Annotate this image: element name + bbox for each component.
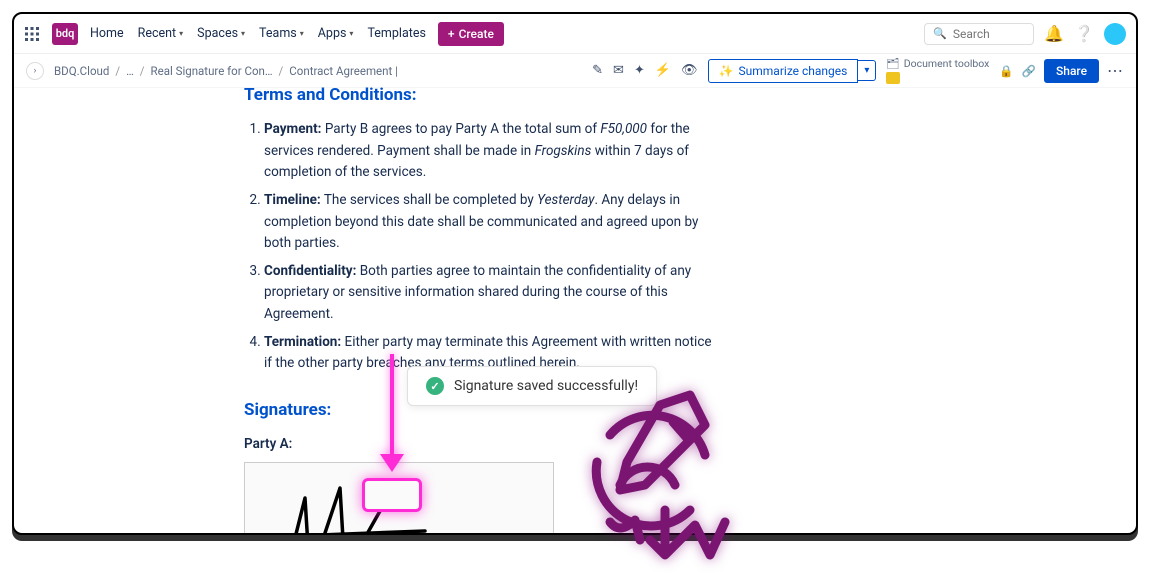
summarize-dropdown[interactable]: ▾: [858, 60, 876, 81]
search-input-wrapper[interactable]: 🔍: [924, 23, 1034, 45]
share-button[interactable]: Share: [1044, 59, 1099, 83]
nav-spaces[interactable]: Spaces▾: [197, 26, 245, 41]
terms-list: Payment: Party B agrees to pay Party A t…: [244, 119, 714, 375]
nav-templates[interactable]: Templates: [367, 26, 425, 41]
signature-canvas[interactable]: [244, 462, 554, 536]
chevron-down-icon: ▾: [179, 29, 183, 38]
term-text: The services shall be completed by: [324, 192, 537, 208]
nav-teams[interactable]: Teams▾: [259, 26, 304, 41]
term-em: Frogskins: [535, 143, 592, 159]
summarize-label: Summarize changes: [739, 64, 848, 78]
automation-icon[interactable]: ⚡: [655, 63, 671, 78]
crumb-sep: /: [140, 64, 145, 78]
check-icon: ✓: [426, 377, 444, 395]
create-label: Create: [459, 27, 494, 41]
edit-icon[interactable]: ✎: [592, 63, 603, 78]
avatar[interactable]: [1104, 23, 1126, 45]
list-item: Timeline: The services shall be complete…: [264, 190, 714, 255]
more-icon[interactable]: ⋯: [1107, 61, 1124, 80]
crumb-sep: /: [279, 64, 284, 78]
signatures-heading: Signatures:: [244, 397, 1096, 424]
term-label: Confidentiality:: [264, 263, 356, 279]
term-text: Party B agrees to pay Party A the total …: [325, 121, 601, 137]
crumb-current[interactable]: Contract Agreement |: [289, 64, 398, 78]
list-item: Payment: Party B agrees to pay Party A t…: [264, 119, 714, 184]
page-actions: ✎ ✉ ✦ ⚡ 👁: [592, 63, 697, 78]
top-nav: bdq Home Recent▾ Spaces▾ Teams▾ Apps▾ Te…: [14, 14, 1136, 54]
chevron-down-icon: ▾: [349, 29, 353, 38]
toolbox-label: Document toolbox: [904, 57, 990, 70]
nav-recent[interactable]: Recent▾: [138, 26, 184, 41]
chevron-down-icon: ▾: [300, 29, 304, 38]
terms-heading: Terms and Conditions:: [244, 82, 1096, 109]
app-switcher-icon[interactable]: [24, 26, 40, 42]
restrictions-icon[interactable]: 🔒: [999, 64, 1013, 78]
term-label: Payment:: [264, 121, 321, 137]
crumb-space[interactable]: BDQ.Cloud: [54, 64, 109, 78]
expand-sidebar-button[interactable]: ›: [26, 62, 44, 80]
summarize-button[interactable]: ✨ Summarize changes: [708, 59, 859, 83]
watch-icon[interactable]: 👁: [681, 63, 698, 78]
nav-home[interactable]: Home: [90, 26, 124, 41]
nav-recent-label: Recent: [138, 26, 177, 41]
document-toolbox[interactable]: 🗂 Document toolbox: [886, 57, 989, 84]
toast-message: Signature saved successfully!: [454, 378, 638, 394]
breadcrumb: BDQ.Cloud / … / Real Signature for Con… …: [54, 64, 398, 78]
chevron-down-icon: ▾: [241, 29, 245, 38]
term-label: Timeline:: [264, 192, 321, 208]
nav-spaces-label: Spaces: [197, 26, 238, 41]
party-a-label: Party A:: [244, 434, 1096, 456]
crumb-sep: /: [115, 64, 120, 78]
create-button[interactable]: + Create: [438, 22, 504, 46]
notifications-icon[interactable]: 🔔: [1044, 24, 1064, 43]
nav-links: Home Recent▾ Spaces▾ Teams▾ Apps▾ Templa…: [90, 26, 426, 41]
term-em: F50,000: [600, 121, 647, 137]
term-em: Yesterday: [537, 192, 594, 208]
document-body: Terms and Conditions: Payment: Party B a…: [14, 82, 1136, 535]
summarize-group: ✨ Summarize changes ▾: [708, 59, 877, 83]
comment-icon[interactable]: ✉: [613, 63, 624, 78]
success-toast: ✓ Signature saved successfully!: [407, 366, 657, 406]
star-icon[interactable]: ✦: [634, 63, 645, 78]
nav-apps-label: Apps: [318, 26, 347, 41]
toolbox-thumb: [886, 72, 900, 84]
crumb-ellipsis[interactable]: …: [126, 64, 134, 78]
nav-apps[interactable]: Apps▾: [318, 26, 354, 41]
crumb-parent[interactable]: Real Signature for Con…: [151, 64, 273, 78]
plus-icon: +: [448, 27, 455, 41]
list-item: Confidentiality: Both parties agree to m…: [264, 261, 714, 326]
link-icon[interactable]: 🔗: [1022, 64, 1036, 78]
search-icon: 🔍: [933, 27, 947, 40]
help-icon[interactable]: ❔: [1074, 24, 1094, 43]
sparkle-icon: ✨: [719, 64, 734, 78]
toolbox-icon: 🗂: [886, 57, 899, 70]
search-input[interactable]: [953, 27, 1025, 41]
term-label: Termination:: [264, 334, 341, 350]
brand-logo[interactable]: bdq: [52, 23, 78, 45]
nav-teams-label: Teams: [259, 26, 297, 41]
